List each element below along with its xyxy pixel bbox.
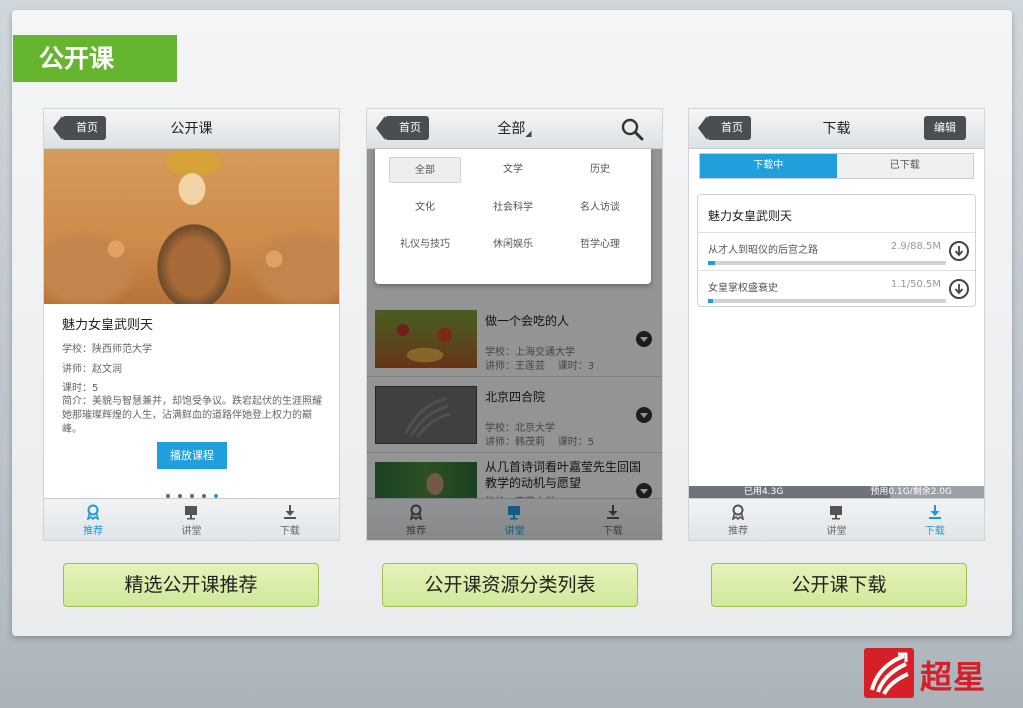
logo-text: 超星 xyxy=(920,658,987,696)
course-teacher: 讲师：赵文润 xyxy=(62,364,122,375)
category-interview[interactable]: 名人访谈 xyxy=(564,195,636,221)
caret-down-icon: ◢ xyxy=(525,129,532,138)
tab-label: 讲堂 xyxy=(181,526,202,537)
category-all[interactable]: 全部 xyxy=(389,157,461,183)
nav-bar: 首页 下载 编辑 xyxy=(689,109,984,149)
nav-title: 全部 xyxy=(497,121,526,137)
tab-download[interactable]: 下载 xyxy=(564,499,662,540)
tab-label: 讲堂 xyxy=(504,526,525,537)
ribbon-icon xyxy=(410,504,423,520)
download-arrow-icon[interactable] xyxy=(949,279,969,299)
segment-downloaded[interactable]: 已下载 xyxy=(837,154,974,178)
course-intro: 简介：美貌与智慧兼并，却饱受争议。跌宕起伏的生涯照耀她那璀璨辉煌的人生，沾满鲜血… xyxy=(62,396,322,435)
download-row[interactable]: 女皇掌权盛衰史 1.1/50.5M xyxy=(698,270,975,308)
download-lesson-name: 女皇掌权盛衰史 xyxy=(708,283,778,294)
board-icon xyxy=(508,506,521,520)
ribbon-icon xyxy=(87,504,100,520)
search-icon[interactable] xyxy=(620,117,644,141)
tab-lecture[interactable]: 讲堂 xyxy=(142,499,240,540)
tab-lecture[interactable]: 讲堂 xyxy=(787,499,885,540)
download-course-card: 魅力女皇武则天 从才人到昭仪的后宫之路 2.9/88.5M 女皇掌权盛衰史 1.… xyxy=(697,194,976,307)
download-icon xyxy=(928,505,941,519)
category-dropdown-toggle[interactable]: 全部◢ xyxy=(367,109,662,154)
download-lesson-name: 从才人到昭仪的后宫之路 xyxy=(708,245,818,256)
ribbon-icon xyxy=(732,504,745,520)
download-area: 下载中 已下载 魅力女皇武则天 从才人到昭仪的后宫之路 2.9/88.5M 女皇… xyxy=(689,149,984,486)
tab-download[interactable]: 下载 xyxy=(241,499,339,540)
tab-label: 下载 xyxy=(602,526,623,537)
segment-downloading[interactable]: 下载中 xyxy=(700,154,837,178)
tab-label: 下载 xyxy=(279,526,300,537)
category-literature[interactable]: 文学 xyxy=(477,157,549,183)
phone-recommend: 首页 公开课 魅力女皇武则天 学校：陕西师范大学 讲师：赵文润 课时：5 简介：… xyxy=(43,108,340,541)
tab-bar: 推荐 讲堂 下载 xyxy=(367,498,662,540)
tab-recommend[interactable]: 推荐 xyxy=(689,499,787,540)
tab-label: 下载 xyxy=(924,526,945,537)
category-leisure[interactable]: 休闲娱乐 xyxy=(477,232,549,258)
phone-categories: 首页 全部◢ 做一个会吃的人 学校：上海交通大学 讲师：王莲芸 课时：3 北京四… xyxy=(366,108,663,541)
tab-lecture[interactable]: 讲堂 xyxy=(465,499,563,540)
board-icon xyxy=(830,506,843,520)
tab-label: 推荐 xyxy=(728,526,749,537)
category-etiquette[interactable]: 礼仪与技巧 xyxy=(389,232,461,258)
tab-label: 推荐 xyxy=(406,526,427,537)
edit-button[interactable]: 编辑 xyxy=(924,116,966,140)
category-dropdown: 全部 文学 历史 文化 社会科学 名人访谈 礼仪与技巧 休闲娱乐 哲学心理 xyxy=(375,149,651,284)
course-hours: 课时：5 xyxy=(62,383,99,394)
tab-label: 讲堂 xyxy=(826,526,847,537)
tab-recommend[interactable]: 推荐 xyxy=(367,499,465,540)
nav-title: 公开课 xyxy=(170,121,213,137)
category-philosophy[interactable]: 哲学心理 xyxy=(564,232,636,258)
course-school: 学校：陕西师范大学 xyxy=(62,344,152,355)
course-cover-image[interactable] xyxy=(44,149,339,304)
course-name: 魅力女皇武则天 xyxy=(62,318,154,333)
chaoxing-logo: 超星 xyxy=(864,648,994,698)
download-progress-fill xyxy=(708,299,713,303)
category-history[interactable]: 历史 xyxy=(564,157,636,183)
download-icon xyxy=(283,505,296,519)
caption-download: 公开课下载 xyxy=(711,563,967,607)
download-progress-fill xyxy=(708,261,716,265)
download-icon xyxy=(606,505,619,519)
slide-title: 公开课 xyxy=(13,35,177,82)
download-progress-bar xyxy=(708,299,946,303)
tab-label: 推荐 xyxy=(83,526,104,537)
nav-bar: 首页 公开课 xyxy=(44,109,339,149)
category-social-science[interactable]: 社会科学 xyxy=(477,195,549,221)
download-size: 1.1/50.5M xyxy=(890,279,941,290)
download-size: 2.9/88.5M xyxy=(890,241,941,252)
tab-recommend[interactable]: 推荐 xyxy=(44,499,142,540)
play-course-button[interactable]: 播放课程 xyxy=(157,442,227,469)
category-culture[interactable]: 文化 xyxy=(389,195,461,221)
download-segment-control: 下载中 已下载 xyxy=(699,153,974,179)
download-progress-bar xyxy=(708,261,946,265)
nav-bar: 首页 全部◢ xyxy=(367,109,662,149)
logo-mark-icon xyxy=(864,648,914,698)
caption-categories: 公开课资源分类列表 xyxy=(382,563,638,607)
tab-bar: 推荐 讲堂 下载 xyxy=(44,498,339,540)
tab-bar: 推荐 讲堂 下载 xyxy=(689,498,984,540)
caption-recommend: 精选公开课推荐 xyxy=(63,563,319,607)
phone-download: 首页 下载 编辑 下载中 已下载 魅力女皇武则天 从才人到昭仪的后宫之路 2.9… xyxy=(688,108,985,541)
download-course-title: 魅力女皇武则天 xyxy=(708,209,793,223)
download-row[interactable]: 从才人到昭仪的后宫之路 2.9/88.5M xyxy=(698,232,975,270)
tab-download[interactable]: 下载 xyxy=(886,499,984,540)
board-icon xyxy=(185,506,198,520)
download-arrow-icon[interactable] xyxy=(949,241,969,261)
